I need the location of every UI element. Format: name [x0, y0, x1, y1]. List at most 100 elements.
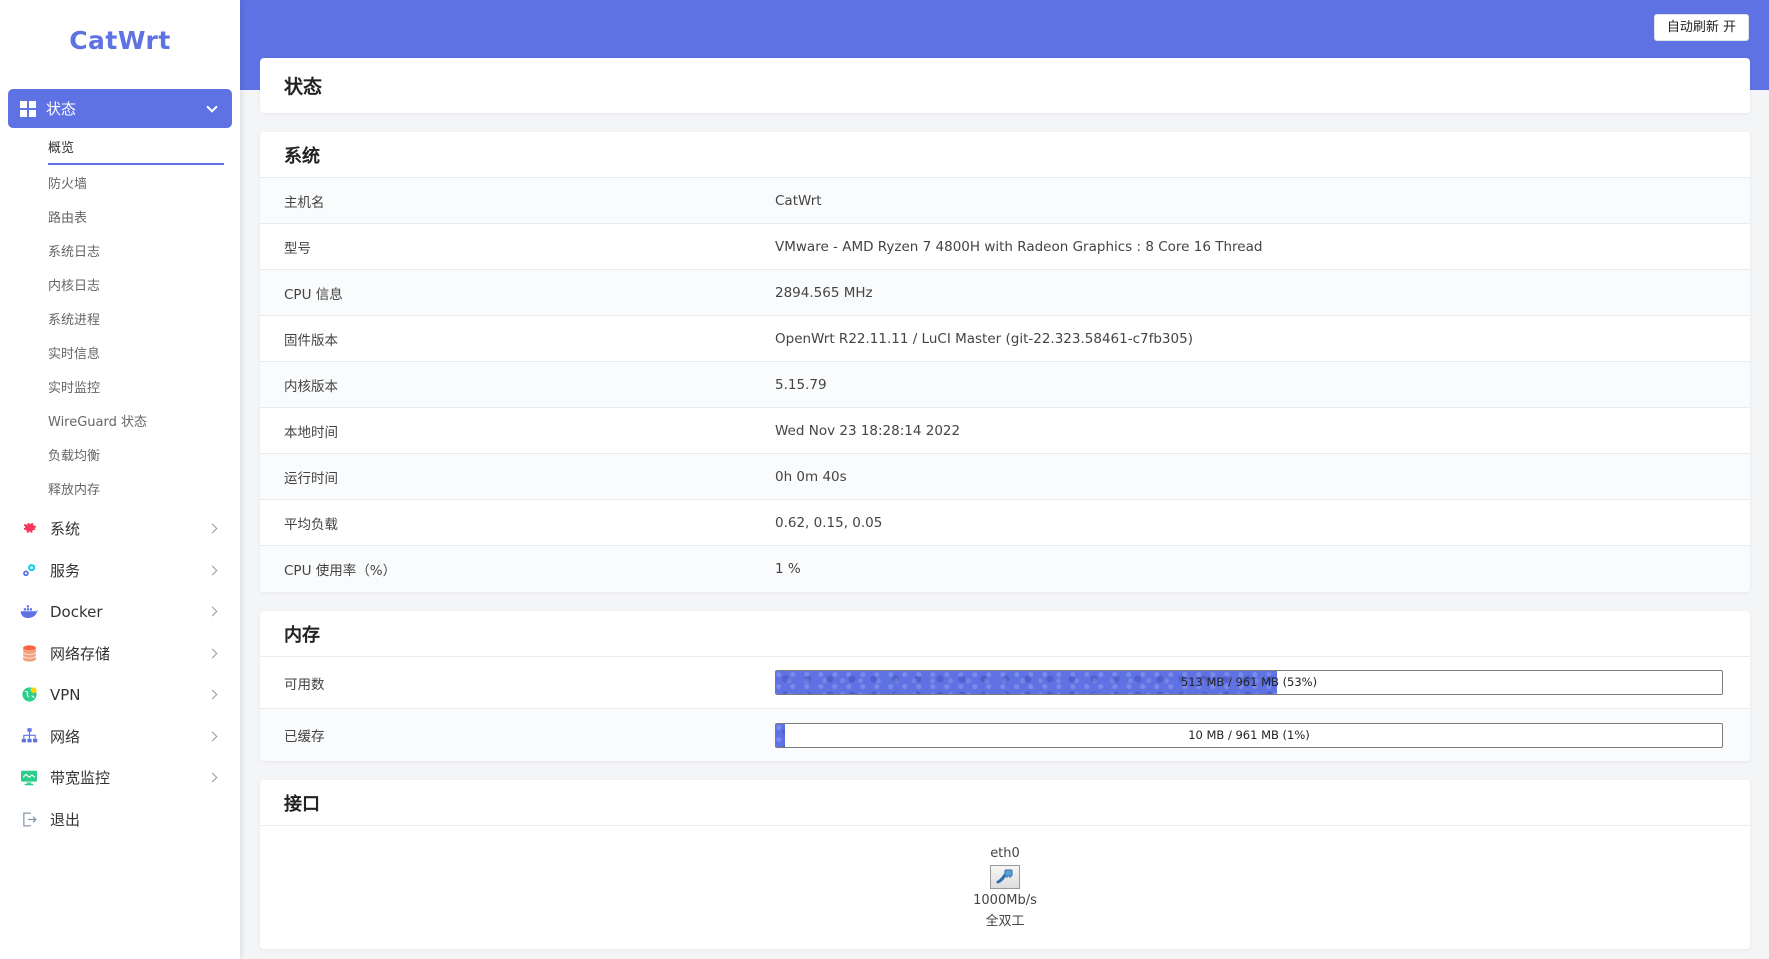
row-key: 内核版本	[284, 378, 338, 395]
submenu-load-balance[interactable]: 负载均衡	[48, 440, 224, 474]
logo[interactable]: CatWrt	[0, 0, 240, 80]
memory-cached-progress-bar: 10 MB / 961 MB (1%)	[775, 722, 1723, 748]
row-value: 2894.565 MHz	[775, 284, 873, 301]
row-key: 固件版本	[284, 332, 338, 349]
interfaces-section: 接口 eth0 1000Mb/s 全双工	[260, 780, 1750, 949]
sidebar-item-label: 服务	[50, 561, 81, 580]
row-key: 主机名	[284, 194, 325, 211]
sidebar-item-label: 网络	[50, 727, 81, 746]
docker-icon	[20, 603, 38, 621]
chevron-right-icon	[207, 523, 218, 534]
storage-icon	[20, 644, 38, 662]
submenu-system-log[interactable]: 系统日志	[48, 236, 224, 270]
sidebar-item-vpn[interactable]: VPN	[0, 674, 240, 716]
submenu-overview[interactable]: 概览	[48, 134, 224, 165]
sidebar-item-label: 退出	[50, 810, 81, 829]
submenu-realtime-monitor[interactable]: 实时监控	[48, 372, 224, 406]
gear-icon	[20, 520, 38, 538]
sidebar-item-network[interactable]: 网络	[0, 716, 240, 758]
row-key: 运行时间	[284, 470, 338, 487]
interface-speed: 1000Mb/s	[973, 893, 1037, 908]
system-table: 主机名 CatWrt 型号 VMware - AMD Ryzen 7 4800H w…	[260, 178, 1750, 592]
row-key: 平均负载	[284, 516, 338, 533]
submenu-routes[interactable]: 路由表	[48, 202, 224, 236]
interfaces-section-title: 接口	[260, 780, 1750, 826]
submenu-processes[interactable]: 系统进程	[48, 304, 224, 338]
sidebar-item-system[interactable]: 系统	[0, 508, 240, 550]
table-row: CPU 使用率（%） 1 %	[260, 546, 1750, 592]
table-row: 主机名 CatWrt	[260, 178, 1750, 224]
row-value: VMware - AMD Ryzen 7 4800H with Radeon G…	[775, 238, 1263, 255]
chevron-right-icon	[207, 648, 218, 659]
row-value: 513 MB / 961 MB (53%)	[775, 670, 1750, 695]
interface-item[interactable]: eth0 1000Mb/s 全双工	[260, 826, 1750, 949]
submenu-realtime-info[interactable]: 实时信息	[48, 338, 224, 372]
sidebar-item-status[interactable]: 状态	[8, 89, 232, 128]
row-key: CPU 使用率（%）	[284, 563, 397, 579]
submenu-wireguard-status[interactable]: WireGuard 状态	[48, 406, 224, 440]
status-submenu: 概览 防火墙 路由表 系统日志 内核日志 系统进程 实时信息 实时监控 Wire…	[0, 128, 240, 508]
system-section: 系统 主机名 CatWrt 型号 VMware - AMD Ryzen 7 4800…	[260, 132, 1750, 592]
row-value: 1 %	[775, 561, 801, 577]
submenu-firewall[interactable]: 防火墙	[48, 168, 224, 202]
autorefresh-toggle-button[interactable]: 自动刷新 开	[1653, 14, 1749, 41]
sidebar-item-logout[interactable]: 退出	[0, 799, 240, 841]
table-row: 固件版本 OpenWrt R22.11.11 / LuCI Master (git…	[260, 316, 1750, 362]
chevron-down-icon	[206, 100, 218, 113]
progress-label: 513 MB / 961 MB (53%)	[1180, 675, 1318, 689]
table-row: 本地时间 Wed Nov 23 18:28:14 2022	[260, 408, 1750, 454]
system-section-title: 系统	[260, 132, 1750, 178]
services-icon	[20, 561, 38, 579]
sidebar-item-label: VPN	[50, 685, 81, 704]
row-value: 5.15.79	[775, 376, 827, 393]
row-value: Wed Nov 23 18:28:14 2022	[775, 422, 961, 439]
submenu-free-memory[interactable]: 释放内存	[48, 474, 224, 508]
ethernet-port-icon	[990, 865, 1020, 889]
dashboard-icon	[20, 100, 36, 117]
chevron-right-icon	[207, 689, 218, 700]
sidebar-item-docker[interactable]: Docker	[0, 591, 240, 633]
memory-section-title: 内存	[260, 611, 1750, 657]
table-row: 已缓存 10 MB / 961 MB (1%)	[260, 709, 1750, 761]
row-value: 0h 0m 40s	[775, 468, 847, 485]
sidebar-item-bandwidth-monitor[interactable]: 带宽监控	[0, 757, 240, 799]
interface-name: eth0	[990, 846, 1020, 861]
memory-section: 内存 可用数 513 MB / 961 MB (53%) 已缓存 10 MB /…	[260, 611, 1750, 761]
vpn-icon	[20, 686, 38, 704]
sidebar-item-label: Docker	[50, 602, 103, 621]
row-value: CatWrt	[775, 192, 822, 209]
table-row: 内核版本 5.15.79	[260, 362, 1750, 408]
chevron-right-icon	[207, 565, 218, 576]
chevron-right-icon	[207, 772, 218, 783]
sidebar-item-label: 系统	[50, 520, 81, 539]
table-row: 运行时间 0h 0m 40s	[260, 454, 1750, 500]
page-title: 状态	[284, 76, 323, 98]
interface-duplex: 全双工	[985, 914, 1025, 929]
monitor-icon	[20, 769, 38, 787]
memory-available-progress-bar: 513 MB / 961 MB (53%)	[775, 670, 1723, 695]
row-key: 已缓存	[284, 729, 325, 745]
row-key: 可用数	[284, 676, 325, 693]
sidebar-item-network-storage[interactable]: 网络存储	[0, 633, 240, 675]
sidebar-item-label: 状态	[46, 100, 77, 118]
sidebar: CatWrt 状态 概览 防火墙 路由表 系统日志 内核日志 系统进程 实时信息…	[0, 0, 240, 959]
page-title-card: 状态	[260, 58, 1750, 113]
main-content: 状态 系统 主机名 CatWrt 型号 VMware - AMD Ryzen 7 4…	[260, 58, 1750, 959]
logout-icon	[20, 810, 38, 828]
progress-label: 10 MB / 961 MB (1%)	[1188, 727, 1310, 742]
chevron-right-icon	[207, 731, 218, 742]
table-row: 可用数 513 MB / 961 MB (53%)	[260, 657, 1750, 709]
submenu-kernel-log[interactable]: 内核日志	[48, 270, 224, 304]
row-value: 10 MB / 961 MB (1%)	[775, 722, 1750, 748]
row-key: CPU 信息	[284, 286, 343, 303]
row-key: 型号	[284, 240, 311, 257]
table-row: 型号 VMware - AMD Ryzen 7 4800H with Radeon…	[260, 224, 1750, 270]
chevron-right-icon	[207, 606, 218, 617]
sidebar-item-label: 带宽监控	[50, 769, 111, 788]
network-icon	[20, 727, 38, 745]
row-key: 本地时间	[284, 424, 338, 441]
sidebar-item-services[interactable]: 服务	[0, 550, 240, 592]
row-value: 0.62, 0.15, 0.05	[775, 514, 883, 531]
row-value: OpenWrt R22.11.11 / LuCI Master (git-22.…	[775, 330, 1193, 347]
sidebar-item-label: 网络存储	[50, 644, 111, 663]
